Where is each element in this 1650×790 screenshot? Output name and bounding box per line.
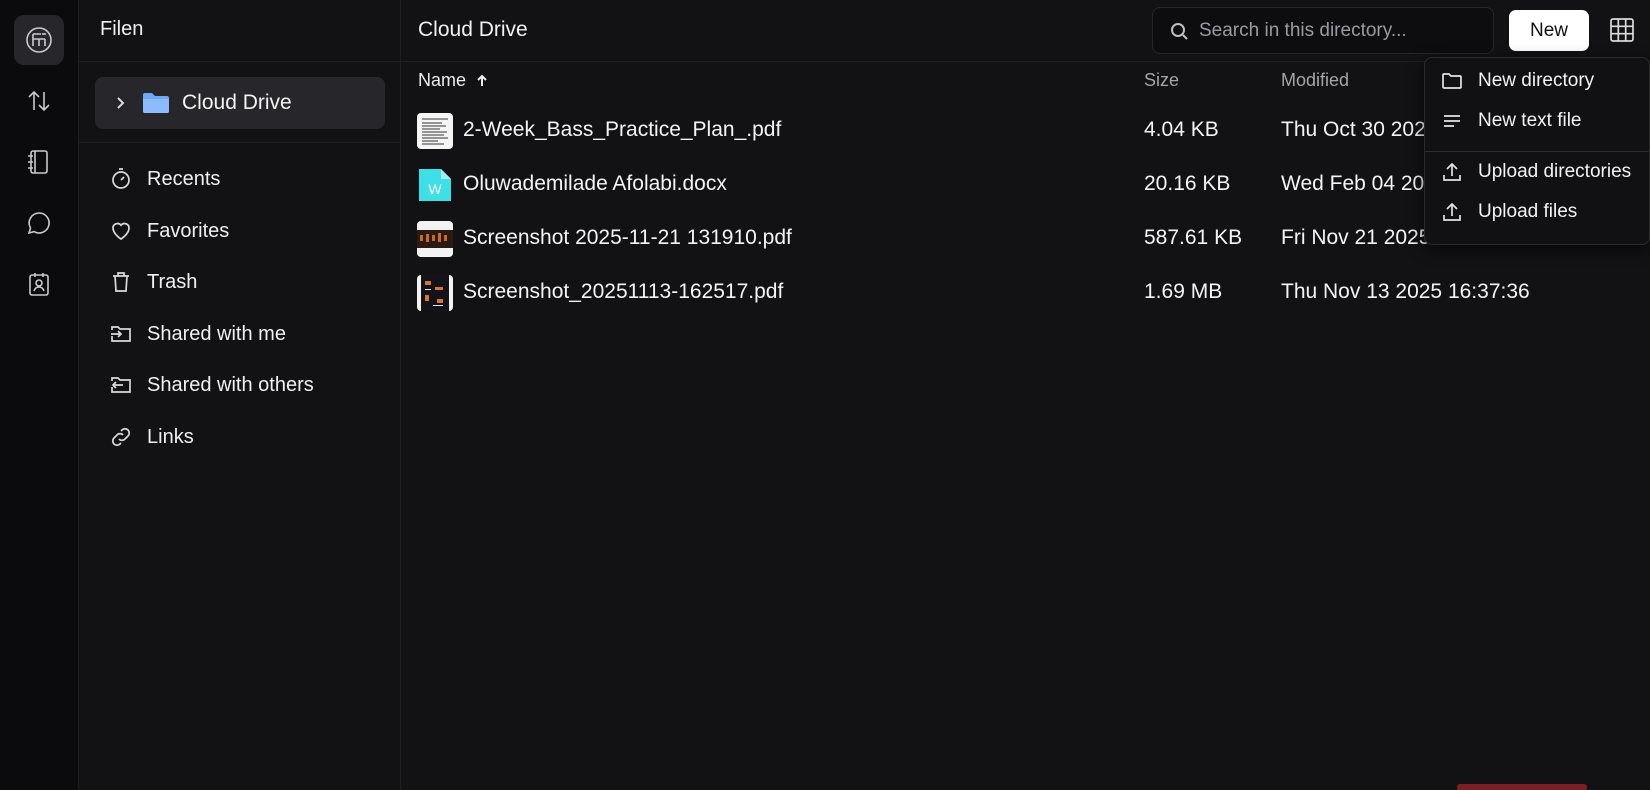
column-header-size[interactable]: Size <box>1144 70 1179 91</box>
search-icon <box>1171 22 1188 40</box>
tree-item-cloud-drive[interactable]: Cloud Drive <box>95 77 385 129</box>
heart-icon <box>112 222 130 241</box>
filen-logo-icon[interactable] <box>14 15 64 65</box>
menu-item-label: New text file <box>1478 110 1582 131</box>
table-row[interactable]: Screenshot_20251113-162517.pdf 1.69 MB T… <box>401 266 1650 320</box>
new-dropdown-menu: New directory New text file Upload direc… <box>1424 57 1650 245</box>
arrow-up-icon <box>477 74 487 86</box>
shared-out-icon <box>111 377 131 393</box>
new-button[interactable]: New <box>1509 10 1589 51</box>
grid-icon <box>1610 18 1634 42</box>
search-input[interactable] <box>1199 19 1489 42</box>
file-modified: Thu Oct 30 2025 <box>1281 118 1438 141</box>
tree-item-label: Cloud Drive <box>182 91 292 114</box>
file-name: Oluwademilade Afolabi.docx <box>463 172 727 195</box>
menu-item-label: New directory <box>1478 70 1595 91</box>
column-header-name[interactable]: Name <box>418 70 490 91</box>
folder-icon <box>1442 73 1462 89</box>
screenshot-thumbnail <box>417 275 453 311</box>
sidebar-item-label: Links <box>147 425 194 448</box>
sidebar-item-recents[interactable]: Recents <box>95 157 385 201</box>
upload-icon <box>1443 162 1461 181</box>
file-size: 4.04 KB <box>1144 118 1219 141</box>
status-bar-fragment <box>1457 784 1587 790</box>
upload-icon <box>1443 202 1461 221</box>
sidebar-item-links[interactable]: Links <box>95 415 385 459</box>
file-name: 2-Week_Bass_Practice_Plan_.pdf <box>463 118 782 141</box>
file-modified: Thu Nov 13 2025 16:37:36 <box>1281 280 1530 303</box>
file-name: Screenshot 2025-11-21 131910.pdf <box>463 226 792 249</box>
file-modified: Wed Feb 04 2026 <box>1281 172 1448 195</box>
svg-text:W: W <box>428 181 442 197</box>
menu-item-new-directory[interactable]: New directory <box>1425 61 1649 101</box>
column-header-modified[interactable]: Modified <box>1281 70 1349 91</box>
folder-icon <box>143 93 169 113</box>
pdf-thumbnail <box>417 113 453 149</box>
trash-icon <box>113 272 129 292</box>
divider <box>79 61 401 62</box>
menu-item-upload-files[interactable]: Upload files <box>1425 192 1649 232</box>
notes-icon[interactable] <box>14 137 64 187</box>
transfers-icon[interactable] <box>14 76 64 126</box>
sidebar-item-label: Trash <box>147 270 198 293</box>
shared-in-icon <box>111 326 131 342</box>
app-rail <box>0 0 79 790</box>
chat-icon[interactable] <box>14 198 64 248</box>
divider <box>79 142 401 143</box>
sidebar: Filen Cloud Drive Recents Favorites Tras… <box>79 0 401 790</box>
file-size: 20.16 KB <box>1144 172 1231 195</box>
docx-icon: W <box>417 167 453 203</box>
file-size: 1.69 MB <box>1144 280 1223 303</box>
grid-view-button[interactable] <box>1604 12 1640 48</box>
menu-item-label: Upload files <box>1478 201 1578 222</box>
app-title: Filen <box>100 18 144 40</box>
timer-icon <box>112 168 130 189</box>
contacts-icon[interactable] <box>14 259 64 309</box>
sidebar-item-label: Shared with me <box>147 322 286 345</box>
sidebar-item-label: Recents <box>147 167 221 190</box>
sidebar-item-shared-with-others[interactable]: Shared with others <box>95 363 385 407</box>
search-box[interactable] <box>1152 7 1494 54</box>
sidebar-item-label: Favorites <box>147 219 230 242</box>
menu-item-upload-directories[interactable]: Upload directories <box>1425 152 1649 192</box>
text-lines-icon <box>1444 115 1460 127</box>
sidebar-item-shared-with-me[interactable]: Shared with me <box>95 312 385 356</box>
sidebar-item-label: Shared with others <box>147 373 314 396</box>
sidebar-item-trash[interactable]: Trash <box>95 260 385 304</box>
menu-item-label: Upload directories <box>1478 161 1632 182</box>
column-header-label: Name <box>418 70 467 90</box>
page-title: Cloud Drive <box>418 18 528 41</box>
file-size: 587.61 KB <box>1144 226 1243 249</box>
chevron-right-icon[interactable] <box>113 96 127 110</box>
menu-item-new-text-file[interactable]: New text file <box>1425 101 1649 141</box>
sidebar-item-favorites[interactable]: Favorites <box>95 209 385 253</box>
link-icon <box>111 427 131 447</box>
file-name: Screenshot_20251113-162517.pdf <box>463 280 784 303</box>
screenshot-thumbnail <box>417 221 453 257</box>
